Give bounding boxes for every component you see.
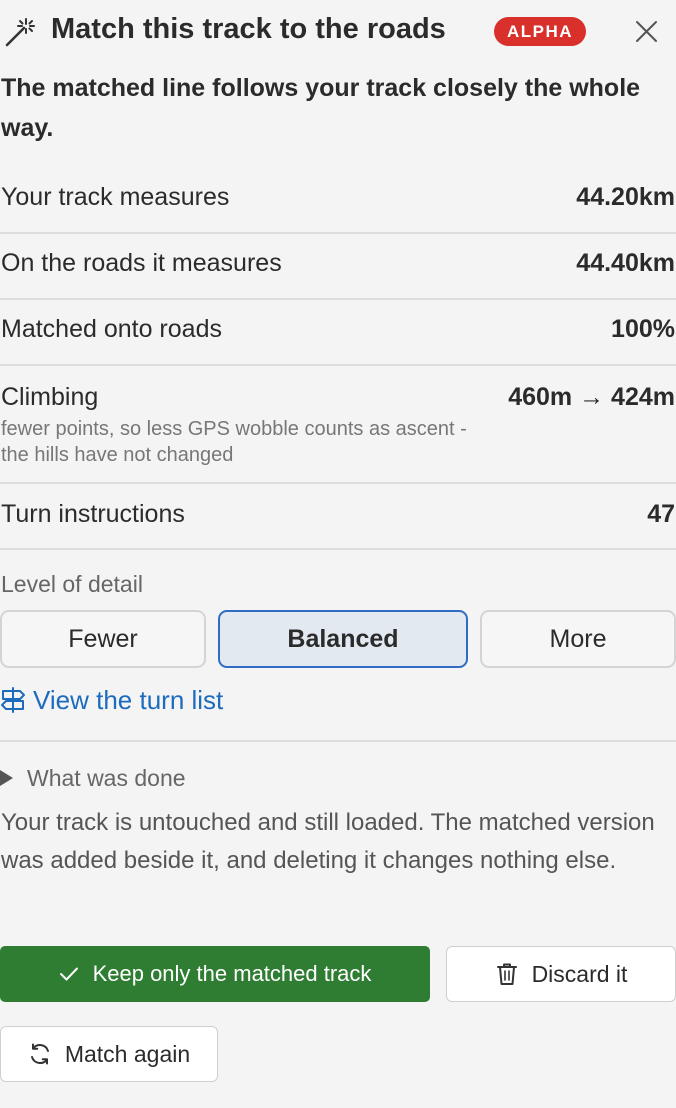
magic-wand-icon	[5, 18, 35, 47]
discard-button[interactable]: Discard it	[446, 946, 676, 1002]
close-icon[interactable]	[634, 19, 659, 44]
turn-list-link-label: View the turn list	[33, 684, 224, 715]
stat-row-turn-instructions: Turn instructions 47	[0, 484, 676, 550]
match-again-button-label: Match again	[64, 1040, 191, 1067]
stat-row-climbing: Climbing 460m → 424m fewer points, so le…	[0, 366, 676, 484]
alpha-badge: ALPHA	[494, 17, 586, 46]
what-was-done-label: What was done	[27, 764, 186, 791]
stat-value: 44.20km	[576, 183, 675, 211]
refresh-icon	[30, 1043, 49, 1065]
view-turn-list-link[interactable]: View the turn list	[0, 682, 223, 718]
stat-value: 44.40km	[576, 249, 675, 277]
match-track-panel: Match this track to the roads ALPHA The …	[0, 0, 676, 1108]
checkmark-icon	[59, 967, 78, 981]
detail-option-balanced[interactable]: Balanced	[218, 610, 468, 668]
signpost-icon	[1, 687, 25, 713]
what-was-done-toggle[interactable]: What was done	[0, 762, 186, 794]
stat-label: Matched onto roads	[1, 315, 222, 343]
stat-row-matched: Matched onto roads 100%	[0, 300, 676, 366]
stat-label: Turn instructions	[1, 500, 185, 528]
match-again-button[interactable]: Match again	[0, 1026, 218, 1082]
stat-label: On the roads it measures	[1, 249, 282, 277]
stat-value: 460m → 424m	[508, 383, 675, 411]
stat-label: Climbing	[1, 383, 99, 411]
panel-header: Match this track to the roads ALPHA	[0, 0, 676, 62]
detail-level-label: Level of detail	[1, 571, 143, 597]
keep-button-label: Keep only the matched track	[92, 961, 372, 986]
stat-row-road-length: On the roads it measures 44.40km	[0, 234, 676, 300]
stat-row-track-length: Your track measures 44.20km	[0, 168, 676, 234]
stat-value: 47	[647, 500, 675, 528]
keep-matched-track-button[interactable]: Keep only the matched track	[0, 946, 430, 1002]
disclosure-triangle-icon	[0, 770, 13, 786]
match-summary: The matched line follows your track clos…	[1, 74, 641, 142]
stat-value: 100%	[611, 315, 675, 343]
detail-option-fewer[interactable]: Fewer	[0, 610, 206, 668]
stat-label: Your track measures	[1, 183, 230, 211]
what-was-done-text: Your track is untouched and still loaded…	[1, 809, 655, 874]
trash-icon	[496, 963, 517, 985]
section-divider	[0, 740, 676, 742]
climbing-note: fewer points, so less GPS wobble counts …	[1, 418, 467, 466]
discard-button-label: Discard it	[531, 960, 628, 987]
detail-option-more[interactable]: More	[480, 610, 676, 668]
panel-title: Match this track to the roads	[51, 13, 446, 45]
